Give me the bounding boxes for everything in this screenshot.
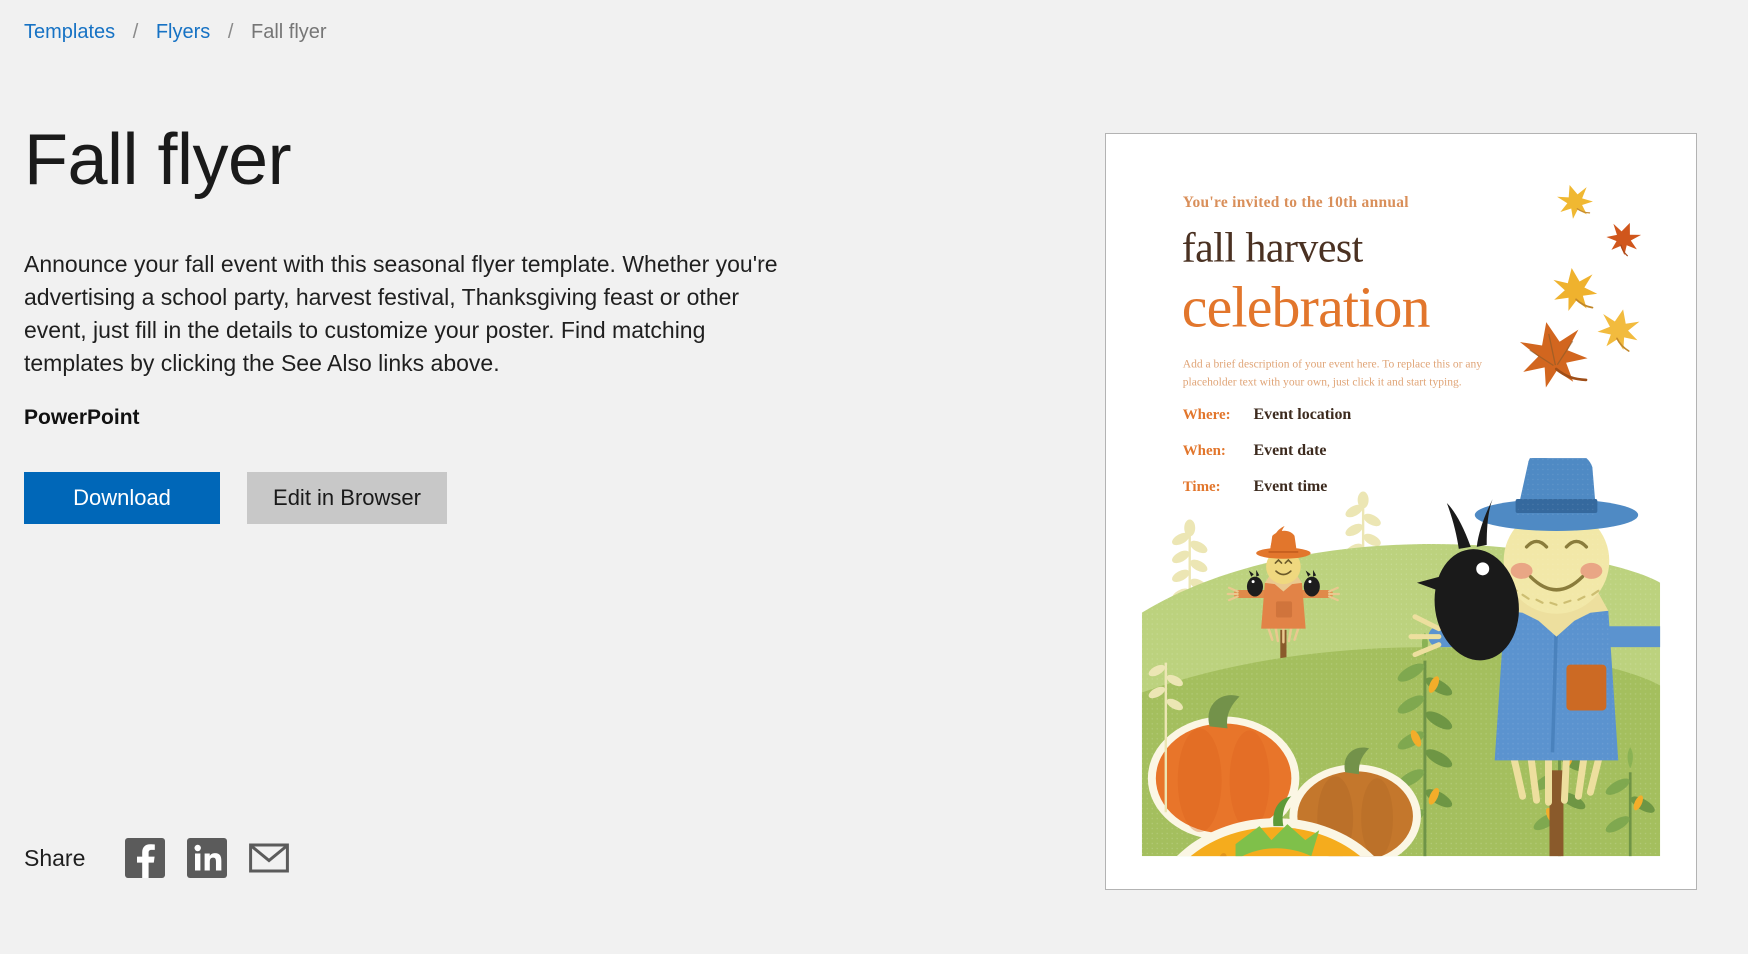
- flyer-detail-value-when: Event date: [1254, 442, 1327, 459]
- breadcrumb-separator: /: [227, 21, 234, 43]
- flyer-detail-label-where: Where:: [1183, 407, 1231, 423]
- flyer-detail-label-when: When:: [1183, 443, 1226, 459]
- breadcrumb-separator: /: [132, 21, 139, 43]
- breadcrumb: Templates / Flyers / Fall flyer: [24, 18, 327, 46]
- flyer-eyebrow: You're invited to the 10th annual: [1183, 194, 1409, 211]
- template-details: Fall flyer Announce your fall event with…: [24, 120, 814, 524]
- edit-in-browser-button[interactable]: Edit in Browser: [247, 472, 447, 524]
- flyer-preview-image: You're invited to the 10th annual fall h…: [1106, 134, 1696, 889]
- application-name: PowerPoint: [24, 406, 140, 429]
- flyer-detail-value-time: Event time: [1254, 478, 1328, 495]
- share-row: Share: [24, 838, 311, 878]
- flyer-detail-value-where: Event location: [1254, 406, 1352, 423]
- facebook-icon[interactable]: [125, 838, 166, 878]
- breadcrumb-item-current: Fall flyer: [250, 21, 327, 43]
- flyer-body-line-1: Add a brief description of your event he…: [1183, 357, 1483, 370]
- breadcrumb-item-flyers[interactable]: Flyers: [156, 21, 210, 43]
- flyer-detail-label-time: Time:: [1183, 479, 1221, 495]
- flyer-headline-1: fall harvest: [1182, 226, 1364, 272]
- flyer-body-line-2: placeholder text with your own, just cli…: [1183, 375, 1462, 388]
- download-button[interactable]: Download: [24, 472, 220, 524]
- linkedin-icon[interactable]: [187, 838, 228, 878]
- breadcrumb-item-templates[interactable]: Templates: [24, 21, 115, 43]
- action-button-row: Download Edit in Browser: [24, 472, 814, 524]
- page-title: Fall flyer: [24, 120, 292, 200]
- flyer-artwork: You're invited to the 10th annual fall h…: [1106, 134, 1696, 889]
- flyer-headline-2: celebration: [1182, 274, 1431, 339]
- share-label: Share: [24, 844, 86, 871]
- template-description: Announce your fall event with this seaso…: [24, 251, 778, 376]
- email-icon[interactable]: [249, 838, 290, 878]
- template-preview-card[interactable]: You're invited to the 10th annual fall h…: [1105, 133, 1697, 890]
